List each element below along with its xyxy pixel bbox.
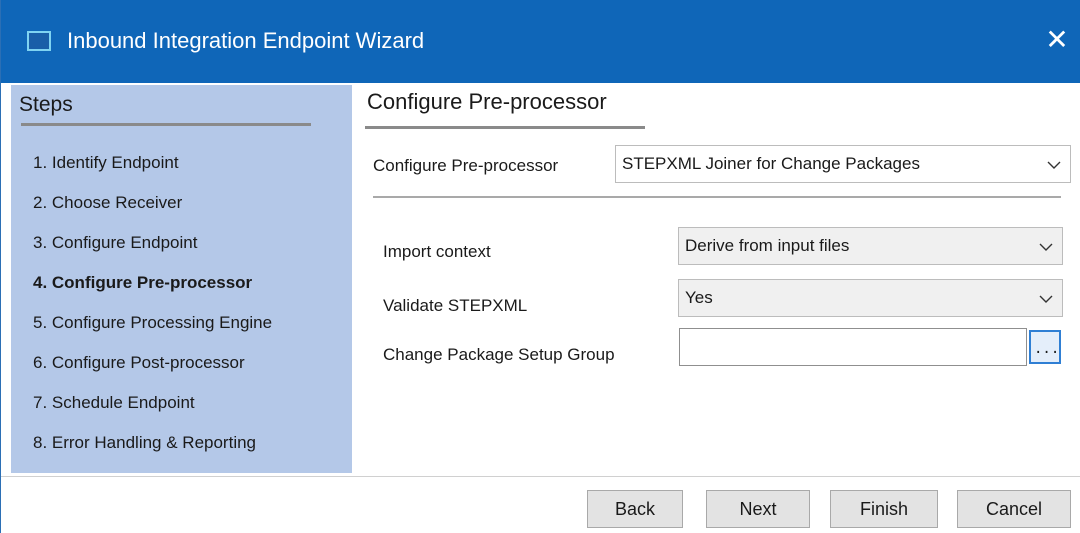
import-context-value: Derive from input files (685, 236, 850, 255)
step-item-configure-pre-processor[interactable]: 4. Configure Pre-processor (33, 263, 272, 303)
validate-stepxml-value: Yes (685, 288, 713, 307)
cancel-button[interactable]: Cancel (957, 490, 1071, 528)
import-context-label: Import context (383, 242, 491, 261)
back-button[interactable]: Back (587, 490, 683, 528)
step-item-configure-post-processor[interactable]: 6. Configure Post-processor (33, 343, 272, 383)
validate-stepxml-label: Validate STEPXML (383, 296, 528, 315)
import-context-select[interactable]: Derive from input files (678, 227, 1063, 265)
steps-heading: Steps (19, 93, 73, 116)
page-title: Configure Pre-processor (367, 89, 607, 114)
chevron-down-icon (1039, 243, 1053, 251)
chevron-down-icon (1039, 295, 1053, 303)
steps-list: 1. Identify Endpoint 2. Choose Receiver … (33, 143, 272, 463)
browse-button[interactable]: ... (1029, 330, 1061, 364)
step-item-schedule-endpoint[interactable]: 7. Schedule Endpoint (33, 383, 272, 423)
finish-button[interactable]: Finish (830, 490, 938, 528)
step-item-configure-processing-engine[interactable]: 5. Configure Processing Engine (33, 303, 272, 343)
step-item-configure-endpoint[interactable]: 3. Configure Endpoint (33, 223, 272, 263)
close-icon: ✕ (1045, 23, 1069, 56)
preprocessor-select-value: STEPXML Joiner for Change Packages (622, 154, 920, 173)
step-item-identify-endpoint[interactable]: 1. Identify Endpoint (33, 143, 272, 183)
preprocessor-label: Configure Pre-processor (373, 156, 559, 175)
ellipsis-icon: ... (1034, 341, 1060, 357)
steps-panel: Steps 1. Identify Endpoint 2. Choose Rec… (11, 85, 352, 473)
change-package-setup-group-label: Change Package Setup Group (383, 345, 615, 364)
footer-divider (1, 476, 1080, 477)
change-package-setup-group-input[interactable] (679, 328, 1027, 366)
title-bar: Inbound Integration Endpoint Wizard ✕ (1, 0, 1080, 83)
step-item-choose-receiver[interactable]: 2. Choose Receiver (33, 183, 272, 223)
chevron-down-icon (1047, 161, 1061, 169)
next-button[interactable]: Next (706, 490, 810, 528)
preprocessor-select[interactable]: STEPXML Joiner for Change Packages (615, 145, 1071, 183)
close-button[interactable]: ✕ (1037, 20, 1077, 60)
window-app-icon (27, 31, 51, 51)
window-title: Inbound Integration Endpoint Wizard (67, 28, 425, 53)
page-title-underline (365, 126, 645, 129)
wizard-window: Inbound Integration Endpoint Wizard ✕ St… (0, 0, 1080, 533)
steps-heading-underline (21, 123, 311, 126)
validate-stepxml-select[interactable]: Yes (678, 279, 1063, 317)
section-divider (373, 196, 1061, 198)
step-item-error-handling-reporting[interactable]: 8. Error Handling & Reporting (33, 423, 272, 463)
